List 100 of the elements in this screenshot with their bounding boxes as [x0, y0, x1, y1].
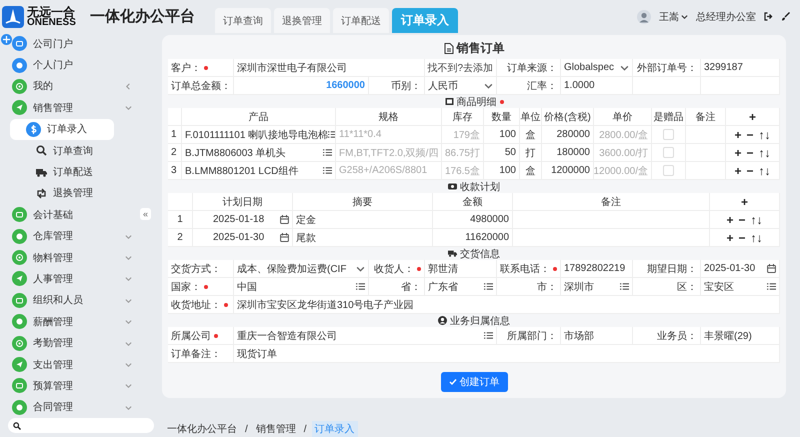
search-icon	[36, 145, 47, 156]
sidebar-item[interactable]: 会计基础	[0, 204, 136, 226]
product-name: B.LMM8801201 LCD组件	[185, 164, 298, 178]
column-header: 备注	[513, 193, 710, 211]
sidebar-item[interactable]: 公司门户	[0, 33, 136, 54]
sidebar-subitem[interactable]: 订单配送	[10, 161, 114, 183]
select-field[interactable]: 成本、保险费加运费(CIF	[234, 260, 369, 278]
sidebar-item[interactable]: 考勤管理	[0, 332, 136, 354]
sidebar-item[interactable]: 我的	[0, 76, 136, 98]
breadcrumb-link[interactable]: 销售管理	[252, 421, 299, 437]
sidebar-item[interactable]: 个人门户	[0, 54, 136, 76]
sidebar-item[interactable]: 支出管理	[0, 354, 136, 376]
move-row-button[interactable]: ↑↓	[748, 212, 765, 226]
row-number: 2	[168, 144, 182, 162]
sidebar-item[interactable]: 组织和人员	[0, 290, 136, 312]
field-label: 收货地址：	[171, 298, 221, 312]
add-row-button[interactable]: +	[732, 128, 744, 142]
sidebar-subitem[interactable]: 退换管理	[10, 182, 114, 204]
sidebar-item[interactable]: 人事管理	[0, 268, 136, 290]
sidebar-subitem[interactable]: 订单查询	[10, 140, 114, 162]
list-icon	[323, 148, 332, 157]
tab[interactable]: 订单查询	[214, 8, 271, 33]
row-number: 1	[168, 211, 193, 229]
add-row-button[interactable]: +	[732, 164, 744, 178]
collapse-button[interactable]: «	[140, 208, 152, 220]
table-cell: 盒	[520, 162, 542, 180]
tab[interactable]: 订单配送	[332, 8, 389, 33]
lookup-field[interactable]: 宝安区	[701, 278, 780, 296]
list-icon	[767, 282, 776, 291]
create-order-button[interactable]: 创建订单	[440, 372, 508, 392]
sidebar-item[interactable]: 销售管理	[0, 97, 136, 119]
lookup-field[interactable]: 广东省	[425, 278, 497, 296]
date-field[interactable]: 2025-01-30	[193, 229, 293, 247]
remove-row-button[interactable]: −	[744, 164, 756, 178]
add-row-button[interactable]: +	[724, 212, 736, 226]
add-link[interactable]: 找不到?去添加	[425, 59, 497, 77]
field-value: 1.0000	[561, 77, 633, 95]
search-icon	[13, 422, 21, 430]
move-row-button[interactable]: ↑↓	[756, 164, 773, 178]
checkbox[interactable]	[663, 129, 674, 140]
tab[interactable]: 退换管理	[274, 8, 330, 33]
add-row-button[interactable]: +	[724, 230, 736, 244]
chevron-down-icon	[125, 340, 132, 347]
add-row-button[interactable]: +	[746, 110, 758, 124]
product-name: B.JTM8806003 单机头	[185, 146, 286, 160]
move-icon[interactable]	[1, 34, 12, 45]
calendar-icon	[280, 233, 289, 242]
chevron-down-icon	[125, 318, 132, 326]
field-value: 深圳市宝安区龙华街道310号电子产业园	[234, 296, 780, 314]
lookup-field[interactable]: 重庆一合智造有限公司	[234, 327, 497, 345]
table-cell: 3600.00/打	[594, 144, 652, 162]
sidebar-item[interactable]: 预算管理	[0, 375, 136, 397]
avatar	[637, 10, 651, 24]
field-label: 客户：	[171, 62, 201, 74]
checkbox[interactable]	[663, 165, 674, 176]
field-label: 市：	[537, 280, 557, 294]
lookup-field[interactable]: 深圳市	[561, 278, 633, 296]
table-cell: 11*11*0.4	[336, 126, 442, 144]
remove-row-button[interactable]: −	[736, 212, 748, 226]
search-field[interactable]	[8, 418, 154, 433]
chevron-down-icon	[125, 104, 132, 112]
table-cell: 280000	[542, 126, 594, 144]
checkbox[interactable]	[663, 147, 674, 158]
add-row-button[interactable]: +	[732, 146, 744, 160]
form-title: 销售订单	[456, 40, 504, 56]
remove-row-button[interactable]: −	[744, 128, 756, 142]
list-icon	[356, 282, 365, 291]
table-cell: 1200000	[542, 162, 594, 180]
date-field[interactable]: 2025-01-30	[701, 260, 780, 278]
logout-icon[interactable]	[764, 12, 773, 21]
breadcrumb-link[interactable]: 一体化办公平台	[164, 421, 240, 437]
remove-row-button[interactable]: −	[736, 230, 748, 244]
table-cell: 2800.00/盒	[594, 126, 652, 144]
date-field[interactable]: 2025-01-18	[193, 211, 293, 229]
document-icon	[444, 42, 454, 54]
breadcrumb-separator: /	[245, 424, 248, 434]
move-row-button[interactable]: ↑↓	[756, 128, 773, 142]
sidebar-item[interactable]: 物料管理	[0, 246, 136, 268]
user-menu[interactable]: 王嵩	[659, 10, 688, 24]
caret-icon	[484, 81, 493, 90]
column-header: 产品	[182, 108, 336, 126]
field-value: 丰景曜(29)	[701, 327, 780, 345]
truck-icon	[448, 249, 457, 258]
sidebar-item[interactable]: 合同管理	[0, 396, 136, 418]
caret-icon	[356, 264, 365, 273]
remove-row-button[interactable]: −	[744, 146, 756, 160]
move-row-button[interactable]: ↑↓	[748, 230, 765, 244]
field-label: 业务员：	[657, 330, 697, 342]
add-row-button[interactable]: +	[738, 194, 750, 208]
field-label: 外部订单号：	[637, 62, 697, 74]
sidebar-item[interactable]: 薪酬管理	[0, 311, 136, 332]
select-field[interactable]: Globalspec	[561, 59, 633, 77]
sidebar-item[interactable]: 仓库管理	[0, 226, 136, 247]
select-field[interactable]: 人民币	[425, 77, 497, 95]
move-row-button[interactable]: ↑↓	[756, 146, 773, 160]
brush-icon[interactable]	[781, 12, 790, 21]
sidebar-subitem[interactable]: 订单录入	[10, 118, 114, 140]
lookup-field[interactable]: 中国	[234, 278, 369, 296]
field-label: 收货人：	[374, 262, 414, 276]
field-label: 联系电话：	[500, 262, 550, 276]
